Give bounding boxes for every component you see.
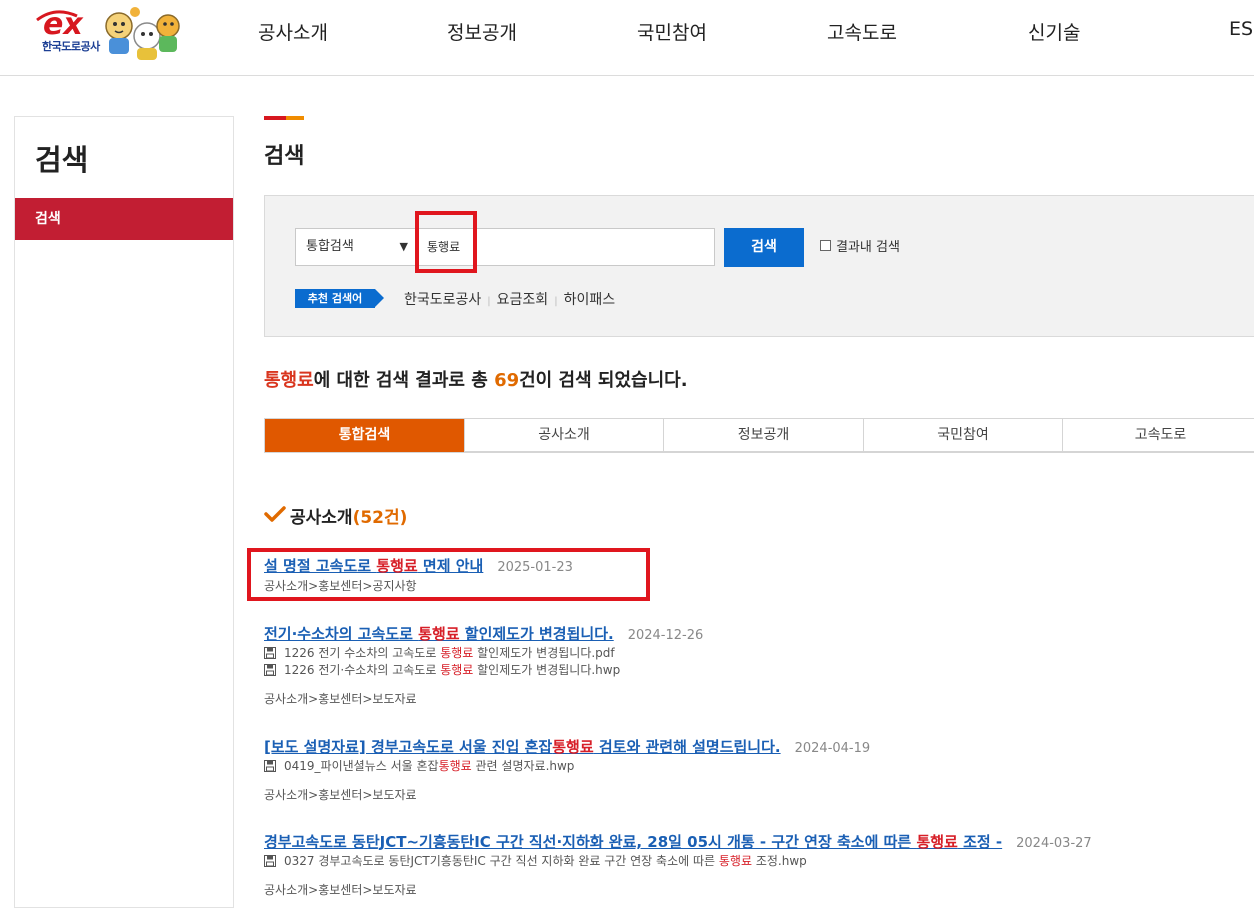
- tab-about[interactable]: 공사소개: [465, 419, 664, 452]
- result-path: 공사소개>홍보센터>보도자료: [264, 788, 417, 802]
- section-name: 공사소개: [290, 508, 353, 528]
- tab-highway[interactable]: 고속도로: [1063, 419, 1254, 452]
- result-item: [보도 설명자료] 경부고속도로 서울 진입 혼잡통행료 검토와 관련해 설명드…: [264, 736, 870, 803]
- recommend-keyword-link[interactable]: 한국도로공사: [404, 292, 481, 308]
- search-panel: 통합검색 ▼ 통행료 검색 결과내 검색 추천 검색어 한국도로공사 | 요금조회 |…: [264, 195, 1254, 337]
- result-summary: 통행료에 대한 검색 결과로 총 69건이 검색 되었습니다.: [264, 366, 688, 392]
- result-date: 2025-01-23: [497, 560, 573, 575]
- side-nav: 검색 검색: [14, 116, 234, 908]
- result-item: 경부고속도로 동탄JCT~기흥동탄IC 구간 직선·지하화 완료, 28일 05…: [264, 831, 1092, 898]
- floppy-disk-icon: [264, 760, 276, 772]
- result-title-link[interactable]: 경부고속도로 동탄JCT~기흥동탄IC 구간 직선·지하화 완료, 28일 05…: [264, 833, 1002, 851]
- check-icon: [264, 506, 286, 522]
- nav-item-participation[interactable]: 국민참여: [637, 18, 707, 45]
- section-title: 공사소개(52건): [290, 503, 407, 528]
- site-header: ex 한국도로공사 공사소개 정보공개 국민참여 고속도로 신기술 ESG: [0, 0, 1254, 76]
- category-tabs: 통합검색 공사소개 정보공개 국민참여 고속도로: [264, 418, 1254, 453]
- floppy-disk-icon: [264, 855, 276, 867]
- recommend-keyword-list: 한국도로공사 | 요금조회 | 하이패스: [404, 292, 616, 308]
- result-title-link[interactable]: 전기·수소차의 고속도로 통행료 할인제도가 변경됩니다.: [264, 625, 614, 643]
- recommend-keyword-link[interactable]: 요금조회: [497, 292, 549, 308]
- nav-item-info[interactable]: 정보공개: [447, 18, 517, 45]
- attachment-link[interactable]: 1226 전기 수소차의 고속도로 통행료 할인제도가 변경됩니다.pdf: [264, 645, 703, 662]
- result-item: 전기·수소차의 고속도로 통행료 할인제도가 변경됩니다. 2024-12-26 …: [264, 623, 703, 707]
- recommend-keyword-label: 추천 검색어: [295, 289, 375, 308]
- summary-count: 69: [494, 370, 520, 391]
- attachment-link[interactable]: 1226 전기·수소차의 고속도로 통행료 할인제도가 변경됩니다.hwp: [264, 662, 703, 679]
- result-item: 설 명절 고속도로 통행료 면제 안내 2025-01-23 공사소개>홍보센터>…: [264, 555, 573, 594]
- logo-subtitle: 한국도로공사: [42, 40, 100, 53]
- search-within-label: 결과내 검색: [836, 240, 900, 255]
- attachment-link[interactable]: 0327 경부고속도로 동탄JCT기흥동탄IC 구간 직선 지하화 완료 구간 …: [264, 853, 1092, 870]
- nav-item-esg[interactable]: ESG: [1229, 18, 1254, 40]
- result-date: 2024-12-26: [627, 628, 704, 643]
- tab-participation[interactable]: 국민참여: [864, 419, 1063, 452]
- result-title-link[interactable]: 설 명절 고속도로 통행료 면제 안내: [264, 557, 483, 575]
- search-scope-select[interactable]: 통합검색 ▼: [295, 228, 417, 266]
- ex-logo-graphic: ex: [36, 7, 180, 60]
- recommend-keyword-tag: 추천 검색어: [295, 289, 385, 308]
- tab-all[interactable]: 통합검색: [265, 419, 465, 452]
- result-date: 2024-03-27: [1016, 836, 1092, 851]
- summary-text-tail: 건이 검색 되었습니다.: [519, 370, 688, 391]
- page-title: 검색: [264, 144, 305, 169]
- result-title-link[interactable]: [보도 설명자료] 경부고속도로 서울 진입 혼잡통행료 검토와 관련해 설명드…: [264, 738, 781, 756]
- nav-item-tech[interactable]: 신기술: [1028, 18, 1080, 45]
- result-date: 2024-04-19: [794, 741, 871, 756]
- chevron-down-icon: ▼: [399, 240, 408, 253]
- result-path: 공사소개>홍보센터>공지사항: [264, 579, 417, 593]
- title-accent-bar: [264, 116, 304, 120]
- nav-item-about[interactable]: 공사소개: [258, 18, 328, 45]
- search-within-checkbox[interactable]: [820, 240, 831, 251]
- search-scope-value: 통합검색: [306, 239, 354, 254]
- attachment-link[interactable]: 0419_파이낸셜뉴스 서울 혼잡통행료 관련 설명자료.hwp: [264, 758, 870, 775]
- search-button[interactable]: 검색: [724, 228, 804, 267]
- summary-text: 에 대한 검색 결과로 총: [313, 370, 495, 391]
- search-input[interactable]: 통행료: [417, 228, 715, 266]
- floppy-disk-icon: [264, 647, 276, 659]
- summary-keyword: 통행료: [264, 370, 314, 391]
- ex-logo[interactable]: ex 한국도로공사: [35, 4, 185, 66]
- result-path: 공사소개>홍보센터>보도자료: [264, 692, 417, 706]
- section-count: (52건): [352, 508, 408, 528]
- side-nav-item-search[interactable]: 검색: [15, 198, 233, 240]
- recommend-keyword-link[interactable]: 하이패스: [564, 292, 616, 308]
- nav-item-highway[interactable]: 고속도로: [827, 18, 897, 45]
- tab-info[interactable]: 정보공개: [664, 419, 864, 452]
- result-path: 공사소개>홍보센터>보도자료: [264, 883, 417, 897]
- side-nav-title: 검색: [35, 143, 89, 177]
- floppy-disk-icon: [264, 664, 276, 676]
- svg-text:ex: ex: [43, 7, 84, 42]
